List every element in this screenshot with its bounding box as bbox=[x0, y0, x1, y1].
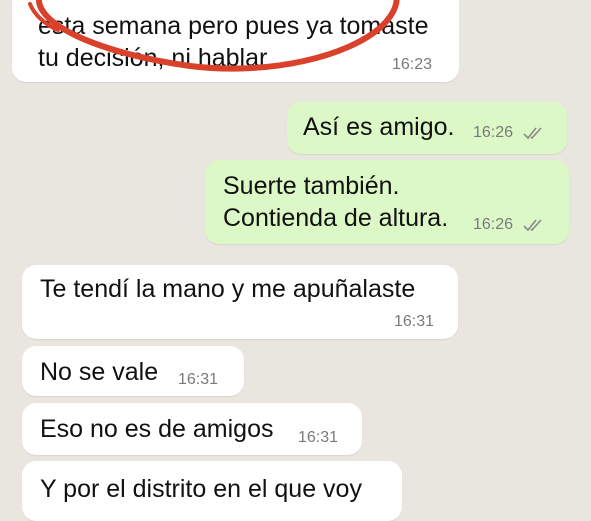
message-bubble-incoming[interactable]: No se vale 16:31 bbox=[22, 346, 244, 396]
message-text-line: esta semana pero pues ya tomaste bbox=[38, 12, 429, 40]
message-text-line: tu decisión, ni hablar bbox=[38, 44, 268, 72]
message-timestamp: 16:23 bbox=[392, 56, 433, 73]
message-text-line: Te tendí la mano y me apuñalaste bbox=[40, 275, 416, 303]
message-timestamp: 16:26 bbox=[473, 216, 514, 233]
message-text-line: Eso no es de amigos bbox=[40, 415, 274, 443]
message-bubble-incoming[interactable]: Y por el distrito en el que voy bbox=[22, 461, 402, 521]
message-text-line: Y por el distrito en el que voy bbox=[40, 475, 362, 503]
message-bubble-incoming[interactable]: Eso no es de amigos 16:31 bbox=[22, 403, 362, 455]
message-timestamp: 16:31 bbox=[178, 371, 219, 388]
message-bubble-outgoing[interactable]: Así es amigo. 16:26 bbox=[287, 102, 567, 154]
message-bubble-outgoing[interactable]: Suerte también. Contienda de altura. 16:… bbox=[205, 160, 569, 244]
double-check-icon bbox=[523, 126, 547, 140]
double-check-icon bbox=[523, 218, 547, 232]
message-timestamp: 16:26 bbox=[473, 124, 514, 141]
message-timestamp: 16:31 bbox=[394, 313, 435, 330]
message-text-line: Así es amigo. bbox=[303, 113, 455, 141]
message-timestamp: 16:31 bbox=[298, 429, 339, 446]
message-text-line: Contienda de altura. bbox=[223, 204, 449, 232]
message-text-line: No se vale bbox=[40, 358, 159, 386]
message-bubble-incoming[interactable]: Te tendí la mano y me apuñalaste 16:31 bbox=[22, 265, 458, 339]
message-text-line: Suerte también. bbox=[223, 172, 400, 200]
message-bubble-incoming[interactable]: esta semana pero pues ya tomaste tu deci… bbox=[12, 0, 459, 82]
chat-area: esta semana pero pues ya tomaste tu deci… bbox=[0, 0, 591, 521]
